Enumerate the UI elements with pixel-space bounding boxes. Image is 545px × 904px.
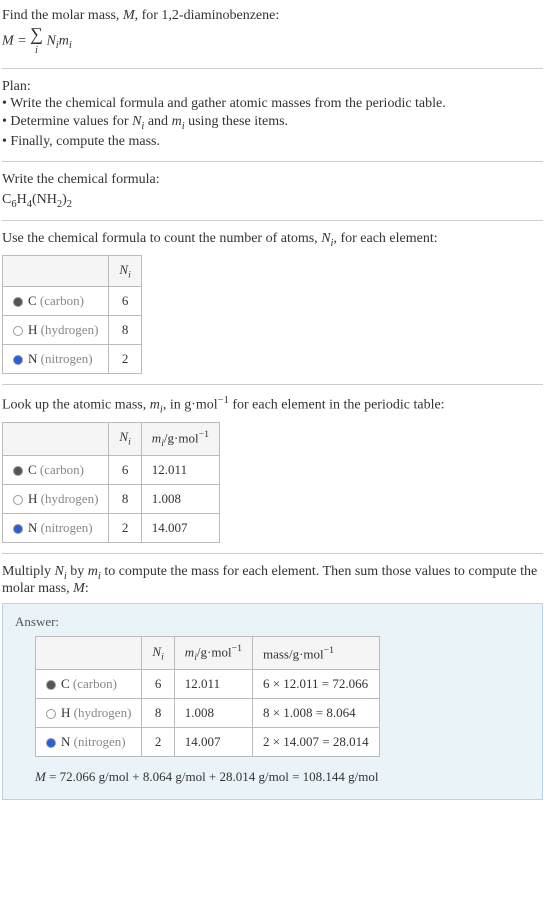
table-row: C (carbon) 6 12.011 6 × 12.011 = 72.066 [36,670,380,699]
count-atoms-block: Use the chemical formula to count the nu… [2,225,543,380]
divider [2,384,543,385]
empty-header [3,422,109,455]
eq-mi: i [69,40,72,51]
n-value: 2 [142,728,174,757]
final-equation: M = 72.066 g/mol + 8.064 g/mol + 28.014 … [35,769,530,785]
hydrogen-swatch-icon [46,709,56,719]
chemical-formula: C6H4(NH2)2 [2,188,543,210]
n-value: 6 [109,455,141,484]
chem-heading: Write the chemical formula: [2,172,543,188]
plan-heading: Plan: [2,79,543,95]
intro-text2: , for 1,2-diaminobenzene: [135,8,280,23]
carbon-swatch-icon [13,466,23,476]
divider [2,68,543,69]
n-value: 2 [109,345,141,374]
element-cell: C (carbon) [3,455,109,484]
table-row: H (hydrogen) 8 [3,316,142,345]
n-value: 6 [142,670,174,699]
n-value: 6 [109,287,141,316]
table-row: H (hydrogen) 8 1.008 [3,484,220,513]
lookup-text: Look up the atomic mass, mi, in g·mol−1 … [2,395,543,415]
nitrogen-swatch-icon [46,738,56,748]
m-header: mi/g·mol−1 [174,637,252,670]
nitrogen-swatch-icon [13,355,23,365]
plan-bullet-3: • Finally, compute the mass. [2,133,543,151]
n-header: Ni [142,637,174,670]
hydrogen-swatch-icon [13,326,23,336]
table-row: C (carbon) 6 12.011 [3,455,220,484]
chemical-formula-block: Write the chemical formula: C6H4(NH2)2 [2,166,543,216]
plan-bullet-2: • Determine values for Ni and mi using t… [2,113,543,133]
mass-value: 2 × 14.007 = 28.014 [252,728,379,757]
table-header-row: Ni mi/g·mol−1 mass/g·mol−1 [36,637,380,670]
hydrogen-swatch-icon [13,495,23,505]
empty-header [3,255,109,287]
count-table: Ni C (carbon) 6 H (hydrogen) 8 N (nitrog… [2,255,142,375]
m-header: mi/g·mol−1 [141,422,219,455]
m-value: 1.008 [174,699,252,728]
element-cell: C (carbon) [36,670,142,699]
element-cell: N (nitrogen) [3,345,109,374]
divider [2,161,543,162]
element-cell: H (hydrogen) [3,484,109,513]
molar-mass-equation: M = ∑i Nimi [2,24,543,58]
divider [2,220,543,221]
table-row: N (nitrogen) 2 14.007 [3,513,220,542]
answer-table: Ni mi/g·mol−1 mass/g·mol−1 C (carbon) 6 … [35,636,380,757]
plan-bullet-1: • Write the chemical formula and gather … [2,95,543,113]
eq-m: m [59,33,69,48]
table-header-row: Ni [3,255,142,287]
n-value: 2 [109,513,141,542]
nitrogen-swatch-icon [13,524,23,534]
intro-M: M [123,8,135,23]
plan-block: Plan: • Write the chemical formula and g… [2,73,543,157]
n-value: 8 [109,484,141,513]
m-value: 12.011 [174,670,252,699]
lookup-block: Look up the atomic mass, mi, in g·mol−1 … [2,389,543,548]
intro-text: Find the molar mass, [2,8,123,23]
table-row: N (nitrogen) 2 14.007 2 × 14.007 = 28.01… [36,728,380,757]
carbon-swatch-icon [46,680,56,690]
m-value: 14.007 [141,513,219,542]
divider [2,553,543,554]
eq-left: M = [2,33,30,48]
answer-label: Answer: [15,614,530,630]
multiply-block: Multiply Ni by mi to compute the mass fo… [2,558,543,807]
sigma-icon: ∑i [30,26,43,56]
intro-line: Find the molar mass, M, for 1,2-diaminob… [2,8,543,24]
table-header-row: Ni mi/g·mol−1 [3,422,220,455]
element-cell: C (carbon) [3,287,109,316]
m-value: 1.008 [141,484,219,513]
m-value: 14.007 [174,728,252,757]
table-row: N (nitrogen) 2 [3,345,142,374]
answer-box: Answer: Ni mi/g·mol−1 mass/g·mol−1 C (ca… [2,603,543,800]
element-cell: H (hydrogen) [36,699,142,728]
n-value: 8 [109,316,141,345]
intro-block: Find the molar mass, M, for 1,2-diaminob… [2,2,543,64]
table-row: H (hydrogen) 8 1.008 8 × 1.008 = 8.064 [36,699,380,728]
element-cell: N (nitrogen) [3,513,109,542]
mass-value: 6 × 12.011 = 72.066 [252,670,379,699]
eq-N: N [46,33,55,48]
n-header: Ni [109,255,141,287]
mass-value: 8 × 1.008 = 8.064 [252,699,379,728]
carbon-swatch-icon [13,297,23,307]
m-value: 12.011 [141,455,219,484]
table-row: C (carbon) 6 [3,287,142,316]
n-header: Ni [109,422,141,455]
element-cell: H (hydrogen) [3,316,109,345]
empty-header [36,637,142,670]
multiply-text: Multiply Ni by mi to compute the mass fo… [2,564,543,598]
mass-header: mass/g·mol−1 [252,637,379,670]
lookup-table: Ni mi/g·mol−1 C (carbon) 6 12.011 H (hyd… [2,422,220,543]
count-text: Use the chemical formula to count the nu… [2,231,543,249]
n-value: 8 [142,699,174,728]
element-cell: N (nitrogen) [36,728,142,757]
